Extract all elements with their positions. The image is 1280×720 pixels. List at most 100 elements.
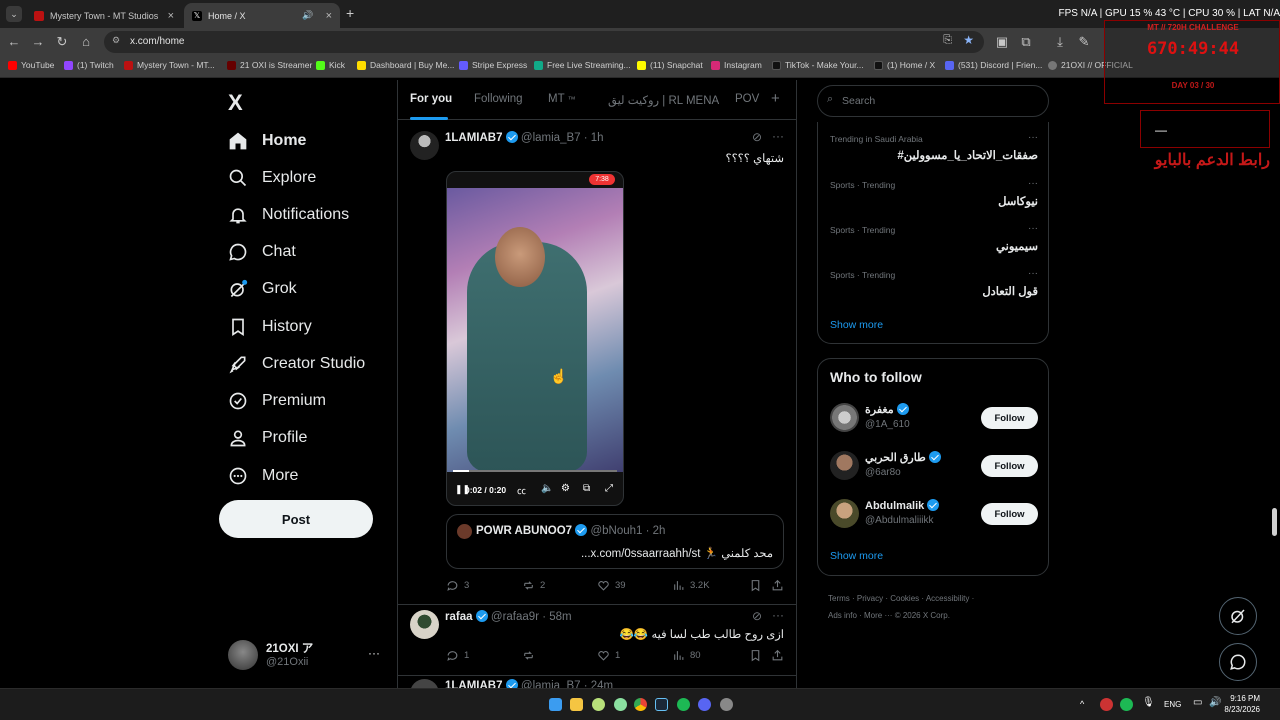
author-name[interactable]: rafaa — [445, 611, 473, 623]
x-logo-icon[interactable]: X — [228, 90, 243, 116]
network-icon[interactable]: ▭ — [1193, 697, 1202, 708]
close-tab-icon[interactable]: × — [326, 10, 332, 22]
share-button[interactable] — [771, 579, 784, 592]
forward-button[interactable]: → — [30, 34, 46, 49]
bookmark-discord[interactable]: (531) Discord | Frien... — [945, 60, 1042, 70]
tab-rl-mena[interactable]: روكيت ليق | RL MENA — [608, 93, 719, 107]
sidebar-item-more[interactable]: More — [228, 466, 298, 486]
avatar[interactable] — [830, 499, 859, 528]
follow-suggestion[interactable]: مغفرة @1A_610 Follow — [818, 403, 1050, 439]
avatar[interactable] — [410, 679, 439, 688]
bookmark-stripe[interactable]: Stripe Express — [459, 60, 527, 70]
quote-tweet[interactable]: POWR ABUNOO7 @bNouh1 · 2h محد كلمني 🏃 x.… — [446, 514, 784, 569]
sidebar-item-history[interactable]: History — [228, 317, 312, 337]
install-app-icon[interactable]: ⎘ — [943, 34, 952, 47]
bookmark-twitch[interactable]: (1) Twitch — [64, 60, 114, 70]
repost-button[interactable]: 2 — [522, 579, 545, 592]
bookmark-home-x[interactable]: (1) Home / X — [874, 60, 935, 70]
video-progress[interactable] — [453, 470, 617, 472]
more-icon[interactable]: ··· — [1028, 268, 1038, 279]
page-scrollbar[interactable] — [1272, 508, 1277, 536]
footer-link-cookies[interactable]: Cookies — [890, 594, 919, 603]
speaker-icon[interactable]: 🔊 — [302, 10, 313, 21]
show-more-link[interactable]: Show more — [830, 319, 883, 331]
new-tab-button[interactable]: + — [346, 5, 354, 21]
reload-button[interactable]: ↻ — [54, 34, 70, 50]
tab-search-button[interactable]: ⌄ — [6, 6, 22, 22]
tab-pov[interactable]: POV — [735, 93, 759, 105]
footer-link-privacy[interactable]: Privacy — [857, 594, 883, 603]
sidebar-item-explore[interactable]: Explore — [228, 168, 316, 188]
trend-item[interactable]: Trending in Saudi Arabia ··· #صفقات_الات… — [818, 132, 1050, 174]
volume-icon[interactable]: 🔈 — [541, 483, 553, 494]
footer-link-accessibility[interactable]: Accessibility — [926, 594, 970, 603]
home-button[interactable]: ⌂ — [78, 34, 94, 49]
sidebar-item-profile[interactable]: Profile — [228, 428, 307, 448]
suggestion-name[interactable]: طارق الحربي — [865, 451, 941, 464]
suggestion-name[interactable]: مغفرة — [865, 403, 909, 416]
author-handle[interactable]: @lamia_B7 · 24m — [521, 680, 613, 688]
fullscreen-icon[interactable]: ⤢ — [605, 483, 613, 494]
like-button[interactable]: 39 — [597, 579, 626, 592]
more-icon[interactable]: ··· — [1028, 132, 1038, 143]
author-name[interactable]: 1LAMIAB7 — [445, 680, 503, 688]
follow-suggestion[interactable]: Abdulmalik @Abdulmaliiikk Follow — [818, 499, 1050, 535]
bookmark-instagram[interactable]: Instagram — [711, 60, 762, 70]
account-more-icon[interactable]: ··· — [368, 646, 380, 660]
trend-item[interactable]: Sports · Trending ··· نيوكاسل — [818, 178, 1050, 220]
follow-suggestion[interactable]: طارق الحربي @6ar8o Follow — [818, 451, 1050, 487]
bookmark-button[interactable] — [749, 579, 762, 592]
author-handle[interactable]: @lamia_B7 · 1h — [521, 132, 604, 144]
tab-mt[interactable]: MT ™ — [548, 93, 576, 105]
app-icon[interactable] — [592, 698, 605, 711]
url-field[interactable]: ⚙ x.com/home ⎘ ★ — [104, 31, 984, 53]
bookmark-snapchat[interactable]: (11) Snapchat — [637, 60, 703, 70]
tray-spotify-icon[interactable] — [1120, 698, 1133, 711]
file-explorer-icon[interactable] — [570, 698, 583, 711]
trend-item[interactable]: Sports · Trending ··· قول التعادل — [818, 268, 1050, 310]
account-switcher[interactable]: 21OXI ア @21Oxii ··· — [228, 640, 384, 674]
like-button[interactable]: 1 — [597, 649, 620, 662]
bookmark-star-icon[interactable]: ★ — [963, 33, 974, 47]
download-icon[interactable]: ⤓ — [1052, 34, 1068, 50]
tweet[interactable]: 1LAMIAB7 @lamia_B7 · 1h ⊘ ··· شتهاي ؟؟؟؟… — [398, 121, 796, 605]
sidebar-item-grok[interactable]: Grok — [228, 279, 297, 299]
grok-icon[interactable]: ⊘ — [752, 130, 762, 144]
footer-link-terms[interactable]: Terms — [828, 594, 850, 603]
discord-icon[interactable] — [698, 698, 711, 711]
show-more-link[interactable]: Show more — [830, 550, 883, 562]
avatar[interactable] — [410, 131, 439, 160]
system-clock[interactable]: 9:16 PM 8/23/2026 — [1224, 693, 1260, 715]
tweet[interactable]: rafaa @rafaa9r · 58m ⊘ ··· ازى روح طالب … — [398, 606, 796, 676]
browser-tab-mystery-town[interactable]: Mystery Town - MT Studios | M × — [26, 3, 182, 28]
steam-icon[interactable] — [655, 698, 668, 711]
footer-link-more[interactable]: More ··· — [864, 611, 892, 620]
microphone-icon[interactable]: 🎙 — [1142, 697, 1155, 708]
reply-button[interactable]: 3 — [446, 579, 469, 592]
views-button[interactable]: 3.2K — [672, 579, 710, 592]
app-icon[interactable] — [614, 698, 627, 711]
author-name[interactable]: 1LAMIAB7 — [445, 132, 503, 144]
app-icon[interactable] — [720, 698, 733, 711]
more-icon[interactable]: ··· — [1028, 223, 1038, 234]
bookmark-kick[interactable]: Kick — [316, 60, 345, 70]
sidebar-item-chat[interactable]: Chat — [228, 242, 296, 262]
follow-button[interactable]: Follow — [981, 455, 1038, 477]
sidebar-item-notifications[interactable]: Notifications — [228, 205, 349, 225]
add-tab-icon[interactable]: + — [771, 90, 780, 107]
follow-button[interactable]: Follow — [981, 503, 1038, 525]
avatar[interactable] — [830, 451, 859, 480]
post-button[interactable]: Post — [219, 500, 373, 538]
avatar[interactable] — [830, 403, 859, 432]
windows-start-icon[interactable] — [549, 698, 562, 711]
extensions-puzzle-icon[interactable]: ⧉ — [1018, 34, 1034, 50]
tweet[interactable]: 1LAMIAB7 @lamia_B7 · 24m — [398, 677, 796, 688]
back-button[interactable]: ← — [6, 34, 22, 49]
search-input[interactable]: ⌕ Search — [817, 85, 1049, 117]
site-info-icon[interactable]: ⚙ — [112, 35, 120, 46]
grok-float-button[interactable] — [1219, 597, 1257, 635]
captions-icon[interactable]: ㏄ — [517, 484, 526, 497]
reply-button[interactable]: 1 — [446, 649, 469, 662]
spotify-icon[interactable] — [677, 698, 690, 711]
more-icon[interactable]: ··· — [772, 129, 784, 143]
